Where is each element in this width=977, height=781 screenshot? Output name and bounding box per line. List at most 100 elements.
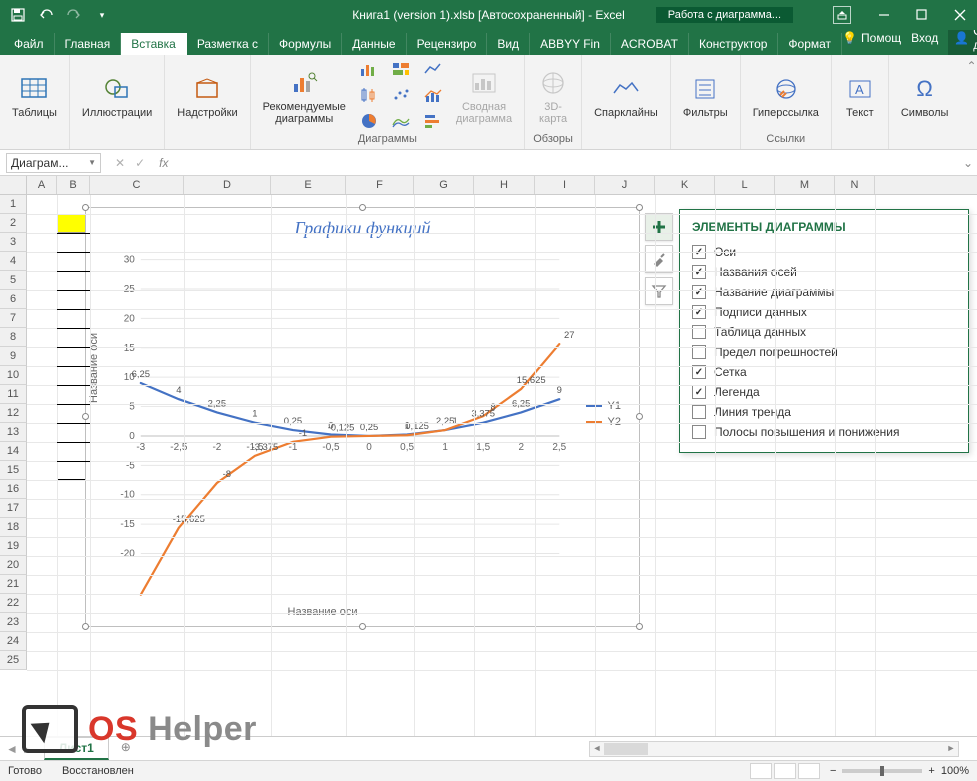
view-normal-button[interactable]	[750, 763, 772, 779]
tab-view[interactable]: Вид	[487, 33, 530, 55]
text-button[interactable]: A Текст	[840, 71, 880, 121]
checkbox-icon[interactable]	[692, 285, 706, 299]
scroll-right-icon[interactable]: ►	[945, 743, 957, 755]
tab-chart-format[interactable]: Формат	[778, 33, 842, 55]
chart-filters-button[interactable]	[645, 277, 673, 305]
row-header[interactable]: 4	[0, 252, 27, 271]
flyout-item[interactable]: Предел погрешностей	[692, 342, 956, 362]
filters-button[interactable]: Фильтры	[679, 71, 732, 121]
flyout-item[interactable]: Название диаграммы	[692, 282, 956, 302]
select-all-cell[interactable]	[0, 176, 27, 194]
resize-handle[interactable]	[359, 623, 366, 630]
zoom-out-button[interactable]: −	[830, 765, 836, 777]
tab-home[interactable]: Главная	[55, 33, 122, 55]
chart-object[interactable]: Графики функций -20-15-10-5051015202530-…	[85, 207, 640, 627]
pie-chart-icon[interactable]	[356, 111, 382, 131]
checkbox-icon[interactable]	[692, 385, 706, 399]
row-header[interactable]: 8	[0, 328, 27, 347]
cell-grid[interactable]: Графики функций -20-15-10-5051015202530-…	[27, 195, 977, 756]
chevron-down-icon[interactable]: ▼	[88, 158, 96, 167]
tables-button[interactable]: Таблицы	[8, 71, 61, 121]
row-header[interactable]: 18	[0, 518, 27, 537]
column-header[interactable]: J	[595, 176, 655, 194]
resize-handle[interactable]	[82, 204, 89, 211]
row-header[interactable]: 25	[0, 651, 27, 670]
minimize-button[interactable]	[867, 0, 901, 30]
statistic-chart-icon[interactable]	[356, 85, 382, 105]
checkbox-icon[interactable]	[692, 265, 706, 279]
flyout-item[interactable]: Названия осей	[692, 262, 956, 282]
sheet-tab-active[interactable]: Лист1	[44, 737, 109, 760]
bar-chart-icon[interactable]	[420, 111, 446, 131]
resize-handle[interactable]	[636, 204, 643, 211]
row-header[interactable]: 13	[0, 423, 27, 442]
row-header[interactable]: 11	[0, 385, 27, 404]
chart-plot-area[interactable]: -20-15-10-5051015202530-3-2,5-2-1,5-1-0,…	[86, 239, 639, 609]
flyout-item[interactable]: Полосы повышения и понижения	[692, 422, 956, 442]
hierarchy-chart-icon[interactable]	[388, 59, 414, 79]
checkbox-icon[interactable]	[692, 305, 706, 319]
row-header[interactable]: 5	[0, 271, 27, 290]
add-sheet-button[interactable]: ⊕	[117, 740, 135, 758]
chart-legend[interactable]: Y1 Y2	[586, 396, 621, 432]
cancel-formula-icon[interactable]: ✕	[115, 156, 125, 170]
row-header[interactable]: 2	[0, 214, 27, 233]
flyout-item[interactable]: Таблица данных	[692, 322, 956, 342]
tab-review[interactable]: Рецензиро	[407, 33, 488, 55]
x-axis-title[interactable]: Название оси	[86, 606, 559, 618]
checkbox-icon[interactable]	[692, 365, 706, 379]
row-header[interactable]: 22	[0, 594, 27, 613]
collapse-ribbon-icon[interactable]: ⌃	[960, 55, 977, 149]
row-header[interactable]: 12	[0, 404, 27, 423]
combo-chart-icon[interactable]	[420, 85, 446, 105]
column-header[interactable]: A	[27, 176, 57, 194]
resize-handle[interactable]	[82, 413, 89, 420]
resize-handle[interactable]	[636, 623, 643, 630]
column-header[interactable]: D	[184, 176, 271, 194]
sheet-nav-prev-icon[interactable]: ◄	[6, 742, 18, 756]
chart-styles-button[interactable]	[645, 245, 673, 273]
tab-file[interactable]: Файл	[4, 33, 55, 55]
tab-insert[interactable]: Вставка	[121, 33, 187, 55]
column-chart-icon[interactable]	[356, 59, 382, 79]
row-header[interactable]: 23	[0, 613, 27, 632]
tell-me-search[interactable]: 💡Помощ	[842, 31, 901, 45]
scatter-chart-icon[interactable]	[388, 85, 414, 105]
row-header[interactable]: 7	[0, 309, 27, 328]
row-header[interactable]: 21	[0, 575, 27, 594]
expand-formula-bar-icon[interactable]: ⌄	[959, 156, 977, 170]
flyout-item[interactable]: Подписи данных	[692, 302, 956, 322]
name-box[interactable]: Диаграм...▼	[6, 153, 101, 173]
illustrations-button[interactable]: Иллюстрации	[78, 71, 156, 121]
sign-in-link[interactable]: Вход	[911, 31, 938, 45]
tab-chart-design[interactable]: Конструктор	[689, 33, 778, 55]
maximize-button[interactable]	[905, 0, 939, 30]
row-header[interactable]: 17	[0, 499, 27, 518]
row-header[interactable]: 1	[0, 195, 27, 214]
sparklines-button[interactable]: Спарклайны	[590, 71, 662, 121]
resize-handle[interactable]	[636, 413, 643, 420]
surface-chart-icon[interactable]	[388, 111, 414, 131]
column-header[interactable]: K	[655, 176, 715, 194]
column-header[interactable]: G	[414, 176, 474, 194]
row-header[interactable]: 9	[0, 347, 27, 366]
flyout-item[interactable]: Сетка	[692, 362, 956, 382]
column-header[interactable]: C	[90, 176, 184, 194]
column-header[interactable]: I	[535, 176, 595, 194]
flyout-item[interactable]: Линия тренда	[692, 402, 956, 422]
row-header[interactable]: 15	[0, 461, 27, 480]
line-chart-icon[interactable]	[420, 59, 446, 79]
view-page-break-button[interactable]	[798, 763, 820, 779]
view-page-layout-button[interactable]	[774, 763, 796, 779]
chart-title[interactable]: Графики функций	[86, 208, 639, 239]
row-header[interactable]: 24	[0, 632, 27, 651]
row-header[interactable]: 3	[0, 233, 27, 252]
sheet-nav-next-icon[interactable]: ►	[22, 742, 34, 756]
column-header[interactable]: H	[474, 176, 535, 194]
row-header[interactable]: 6	[0, 290, 27, 309]
column-header[interactable]: M	[775, 176, 835, 194]
recommended-charts-button[interactable]: Рекомендуемые диаграммы	[259, 65, 350, 127]
ribbon-display-options-icon[interactable]	[833, 6, 851, 24]
tab-page-layout[interactable]: Разметка с	[187, 33, 269, 55]
zoom-in-button[interactable]: +	[928, 765, 934, 777]
